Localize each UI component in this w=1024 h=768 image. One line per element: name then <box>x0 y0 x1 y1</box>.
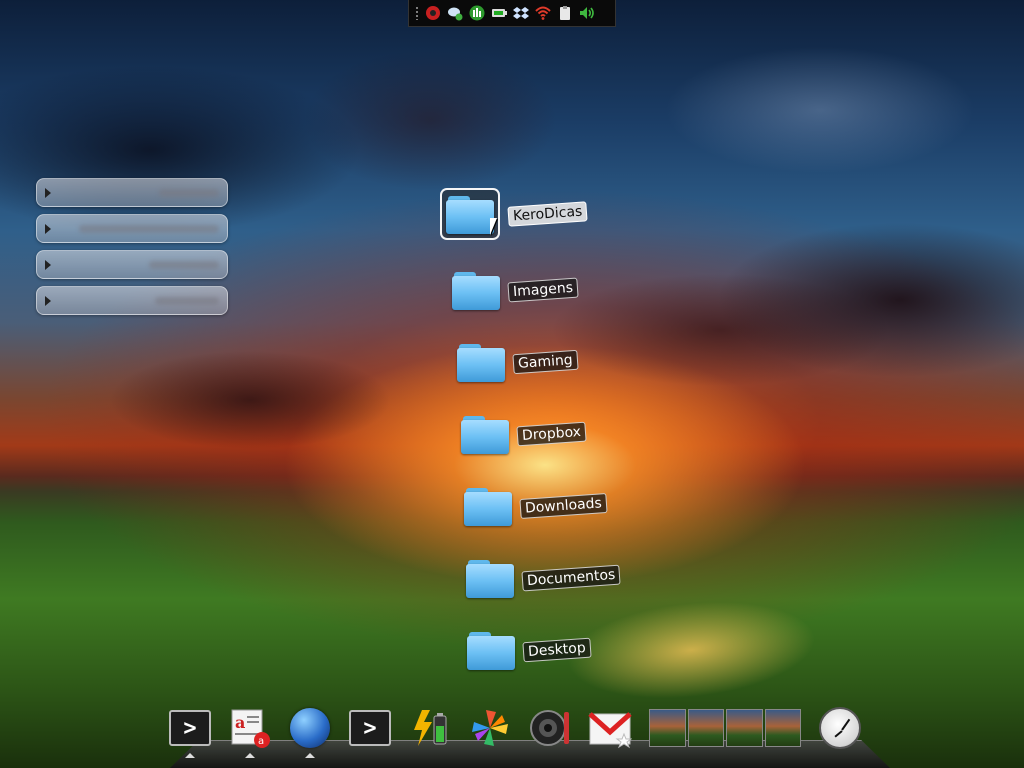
folder-icon <box>446 194 494 234</box>
running-indicator <box>185 753 195 758</box>
folder-icon <box>452 270 500 310</box>
running-indicator <box>245 753 255 758</box>
expand-triangle-icon[interactable] <box>45 295 51 306</box>
power-manager-launcher[interactable] <box>408 706 452 750</box>
pinwheel-app-launcher[interactable] <box>468 706 512 750</box>
gmail-launcher[interactable] <box>588 706 632 750</box>
expand-triangle-icon[interactable] <box>45 187 51 198</box>
desktop-folder[interactable]: Desktop <box>467 630 592 670</box>
folder-label: Gaming <box>512 349 579 375</box>
folder-icon <box>457 342 505 382</box>
terminal-launcher[interactable]: > <box>168 706 212 758</box>
desktop-folder[interactable]: Downloads <box>464 486 608 526</box>
folder-icon <box>464 486 512 526</box>
folder-label: KeroDicas <box>507 201 588 227</box>
widget-row-label <box>79 224 219 233</box>
desktop-folder[interactable]: Documentos <box>466 558 621 598</box>
browser-globe-icon <box>290 708 330 748</box>
widget-row-label <box>159 188 219 197</box>
widget-row[interactable] <box>36 286 228 315</box>
folder-label: Desktop <box>522 637 592 663</box>
dock: > a a > <box>168 704 868 758</box>
browser-launcher[interactable] <box>288 706 332 758</box>
folder-label: Documentos <box>521 564 621 592</box>
folder-icon <box>466 558 514 598</box>
folder-icon <box>461 414 509 454</box>
volume-icon[interactable] <box>579 5 595 21</box>
clipboard-icon[interactable] <box>557 5 573 21</box>
folder-icon <box>467 630 515 670</box>
workspace-thumb[interactable] <box>687 709 724 747</box>
chat-icon[interactable] <box>447 5 463 21</box>
pinwheel-app-icon <box>472 710 508 746</box>
widget-row-label <box>155 296 219 305</box>
widget-row[interactable] <box>36 178 228 207</box>
folder-label: Dropbox <box>516 421 587 447</box>
battery-icon[interactable] <box>491 5 507 21</box>
workspace-thumb[interactable] <box>764 709 801 747</box>
widget-row[interactable] <box>36 214 228 243</box>
workspace-thumb[interactable] <box>649 709 686 747</box>
expand-triangle-icon[interactable] <box>45 259 51 270</box>
clock-icon <box>819 707 861 749</box>
desktop-folder[interactable]: KeroDicas <box>440 188 588 240</box>
dropbox-icon[interactable] <box>513 5 529 21</box>
panel-grip[interactable] <box>415 6 419 20</box>
desktop-folder[interactable]: Dropbox <box>461 414 587 454</box>
top-panel <box>408 0 616 27</box>
workspace-thumb[interactable] <box>726 709 763 747</box>
clock-widget[interactable] <box>818 706 862 750</box>
widget-row[interactable] <box>36 250 228 279</box>
expand-triangle-icon[interactable] <box>45 223 51 234</box>
workspace-switcher[interactable] <box>648 706 802 750</box>
antivirus-icon[interactable] <box>425 5 441 21</box>
svg-text:a: a <box>258 736 264 747</box>
terminal-launcher[interactable]: > <box>348 706 392 750</box>
system-monitor-icon[interactable] <box>469 5 485 21</box>
widget-row-label <box>149 260 219 269</box>
terminal-icon: > <box>169 710 211 746</box>
running-indicator <box>305 753 315 758</box>
wifi-icon[interactable] <box>535 5 551 21</box>
speaker-icon <box>530 710 569 746</box>
folder-label: Downloads <box>519 492 608 520</box>
power-battery-icon <box>414 710 447 746</box>
gmail-icon <box>588 712 632 749</box>
terminal-icon: > <box>349 710 391 746</box>
widget-list <box>36 178 228 322</box>
text-editor-icon: a a <box>231 709 270 748</box>
folder-label: Imagens <box>507 277 579 303</box>
svg-text:a: a <box>235 713 245 732</box>
desktop-folder[interactable]: Gaming <box>457 342 579 382</box>
desktop-folder[interactable]: Imagens <box>452 270 579 310</box>
text-editor-launcher[interactable]: a a <box>228 706 272 758</box>
speaker-launcher[interactable] <box>528 706 572 750</box>
mouse-cursor <box>490 218 497 235</box>
